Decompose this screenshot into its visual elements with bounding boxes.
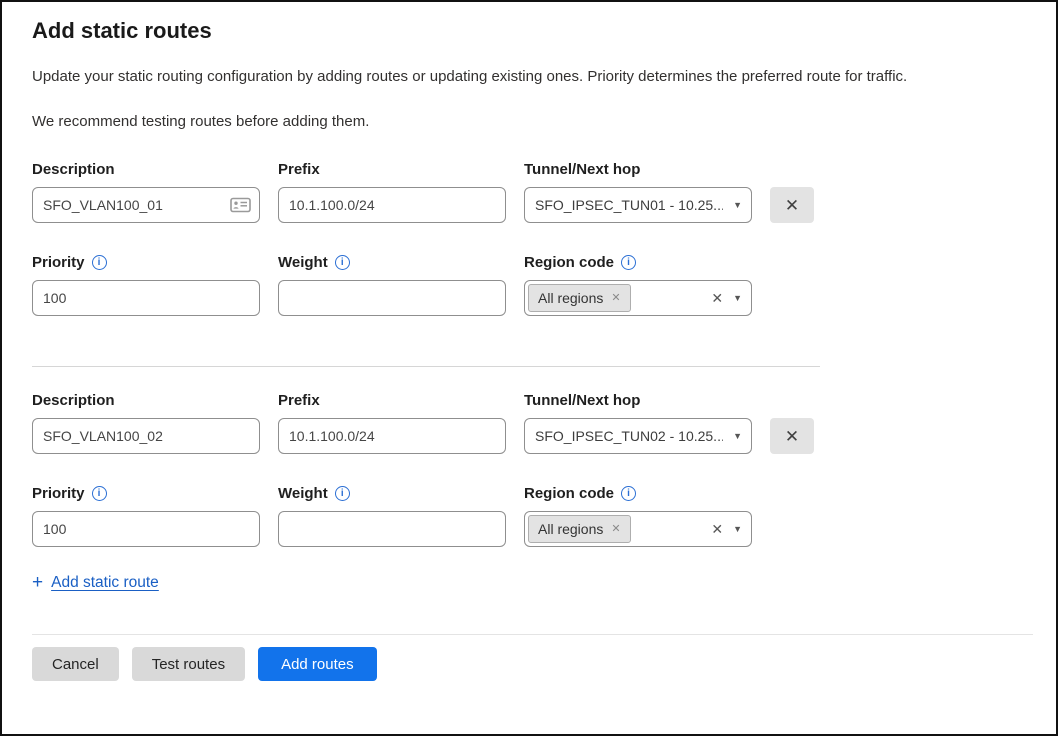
weight-label: Weight i [278, 484, 506, 503]
route-entry-2: Description Prefix Tunnel/Next hop SFO [32, 391, 1026, 547]
region-code-select[interactable]: All regions ✕ ✕ ▼ [524, 280, 752, 316]
info-icon[interactable]: i [621, 255, 636, 270]
priority-label: Priority i [32, 253, 260, 272]
region-tag-chip: All regions ✕ [528, 284, 631, 312]
weight-input[interactable] [278, 280, 506, 316]
tunnel-selected-value: SFO_IPSEC_TUN01 - 10.25... [535, 197, 723, 213]
region-tag-label: All regions [538, 521, 603, 537]
intro-text: Update your static routing configuration… [32, 68, 1026, 85]
info-icon[interactable]: i [335, 255, 350, 270]
chevron-down-icon[interactable]: ▼ [733, 431, 742, 441]
description-field: Description [32, 391, 260, 454]
prefix-field: Prefix [278, 391, 506, 454]
region-code-select[interactable]: All regions ✕ ✕ ▼ [524, 511, 752, 547]
description-label: Description [32, 160, 260, 179]
chevron-down-icon[interactable]: ▼ [733, 200, 742, 210]
priority-field: Priority i [32, 484, 260, 547]
weight-field: Weight i [278, 484, 506, 547]
route-entry-divider [32, 366, 820, 367]
region-code-field: Region code i All regions ✕ ✕ ▼ [524, 253, 752, 316]
weight-input[interactable] [278, 511, 506, 547]
region-tag-chip: All regions ✕ [528, 515, 631, 543]
priority-label: Priority i [32, 484, 260, 503]
description-label: Description [32, 391, 260, 410]
add-static-route-link[interactable]: + Add static route [32, 573, 159, 592]
clear-selection-icon[interactable]: ✕ [711, 291, 723, 305]
description-input[interactable] [32, 187, 260, 223]
region-code-label: Region code i [524, 484, 752, 503]
remove-route-button[interactable]: ✕ [770, 418, 814, 454]
priority-input[interactable] [32, 280, 260, 316]
tunnel-next-hop-label: Tunnel/Next hop [524, 391, 752, 410]
plus-icon: + [32, 573, 43, 592]
add-static-routes-dialog: Add static routes Update your static rou… [0, 0, 1058, 736]
footer-divider [32, 634, 1033, 635]
tunnel-next-hop-field: Tunnel/Next hop SFO_IPSEC_TUN01 - 10.25.… [524, 160, 752, 223]
prefix-input[interactable] [278, 187, 506, 223]
info-icon[interactable]: i [92, 486, 107, 501]
weight-field: Weight i [278, 253, 506, 316]
footer-actions: Cancel Test routes Add routes [32, 647, 1026, 681]
info-icon[interactable]: i [92, 255, 107, 270]
chevron-down-icon[interactable]: ▼ [733, 524, 742, 534]
recommendation-text: We recommend testing routes before addin… [32, 113, 1026, 130]
remove-route-button[interactable]: ✕ [770, 187, 814, 223]
add-routes-button[interactable]: Add routes [258, 647, 377, 681]
chevron-down-icon[interactable]: ▼ [733, 293, 742, 303]
test-routes-button[interactable]: Test routes [132, 647, 245, 681]
tunnel-next-hop-select[interactable]: SFO_IPSEC_TUN01 - 10.25... ▼ [524, 187, 752, 223]
add-static-route-label: Add static route [51, 574, 159, 592]
description-input[interactable] [32, 418, 260, 454]
page-title: Add static routes [32, 18, 1026, 44]
chip-remove-icon[interactable]: ✕ [611, 293, 620, 304]
region-code-field: Region code i All regions ✕ ✕ ▼ [524, 484, 752, 547]
static-routes-form: Description [32, 160, 1026, 593]
region-code-label: Region code i [524, 253, 752, 272]
tunnel-next-hop-label: Tunnel/Next hop [524, 160, 752, 179]
prefix-label: Prefix [278, 160, 506, 179]
chip-remove-icon[interactable]: ✕ [611, 524, 620, 535]
description-field: Description [32, 160, 260, 223]
prefix-input[interactable] [278, 418, 506, 454]
route-entry-1: Description [32, 160, 1026, 316]
priority-field: Priority i [32, 253, 260, 316]
prefix-field: Prefix [278, 160, 506, 223]
region-tag-label: All regions [538, 290, 603, 306]
info-icon[interactable]: i [335, 486, 350, 501]
tunnel-next-hop-field: Tunnel/Next hop SFO_IPSEC_TUN02 - 10.25.… [524, 391, 752, 454]
info-icon[interactable]: i [621, 486, 636, 501]
weight-label: Weight i [278, 253, 506, 272]
tunnel-selected-value: SFO_IPSEC_TUN02 - 10.25... [535, 428, 723, 444]
cancel-button[interactable]: Cancel [32, 647, 119, 681]
tunnel-next-hop-select[interactable]: SFO_IPSEC_TUN02 - 10.25... ▼ [524, 418, 752, 454]
clear-selection-icon[interactable]: ✕ [711, 522, 723, 536]
prefix-label: Prefix [278, 391, 506, 410]
priority-input[interactable] [32, 511, 260, 547]
